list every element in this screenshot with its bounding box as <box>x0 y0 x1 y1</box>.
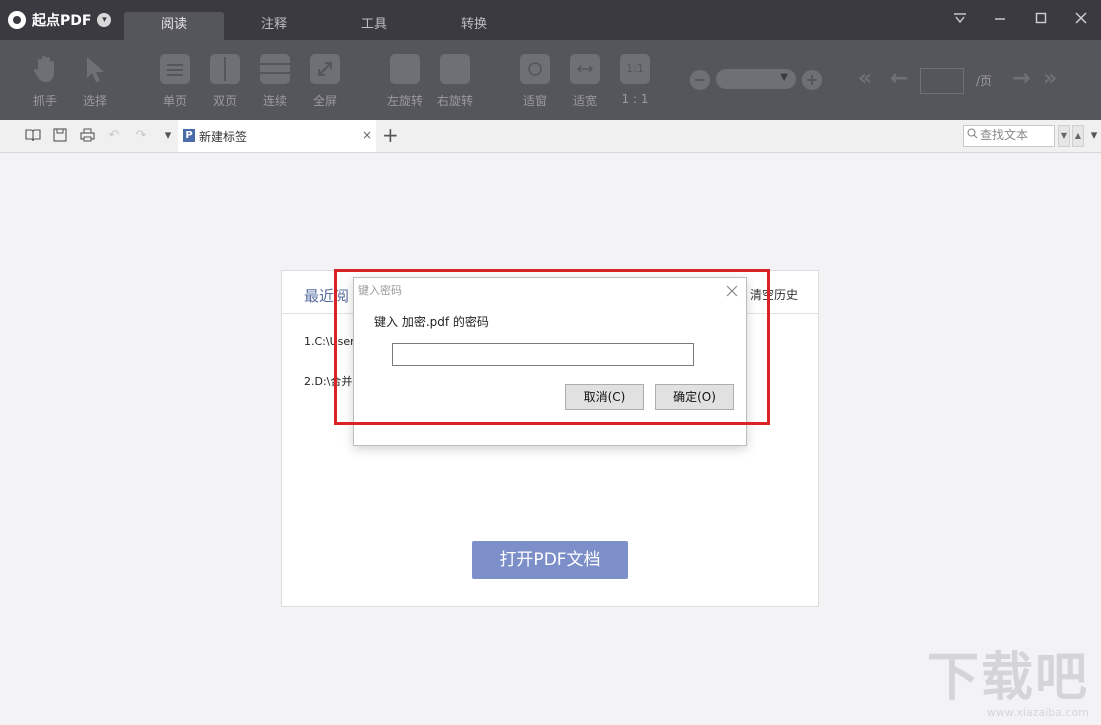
rotate-left-label: 左旋转 <box>386 94 423 108</box>
tab-read[interactable]: 阅读 <box>124 12 224 40</box>
dialog-close-icon[interactable] <box>726 280 738 301</box>
continuous-icon <box>260 54 290 84</box>
add-tab-icon[interactable]: + <box>382 125 399 145</box>
chevron-down-icon: ▼ <box>780 72 788 83</box>
open-pdf-button[interactable]: 打开PDF文档 <box>472 541 628 579</box>
chevron-down-icon[interactable]: ▾ <box>97 13 112 27</box>
zoom-in-icon[interactable]: + <box>802 70 822 90</box>
app-name: 起点PDF <box>32 13 92 29</box>
zoom-level-select[interactable]: ▼ <box>716 69 796 89</box>
close-tab-icon[interactable]: × <box>362 128 372 142</box>
actual-size-label: 1 : 1 <box>621 92 649 106</box>
single-page-label: 单页 <box>162 94 187 108</box>
app-logo[interactable]: 起点PDF ▾ <box>8 10 112 30</box>
watermark: 下载吧 www.xiazaiba.com <box>927 652 1089 719</box>
fit-width-button[interactable]: 适宽 <box>560 54 610 109</box>
double-page-label: 双页 <box>212 94 237 108</box>
undo-icon[interactable]: ↶ <box>106 128 122 144</box>
cancel-button[interactable]: 取消(C) <box>565 384 644 410</box>
hand-tool-label: 抓手 <box>32 94 57 108</box>
fit-window-icon <box>520 54 550 84</box>
continuous-label: 连续 <box>262 94 287 108</box>
rotate-right-button[interactable]: 右旋转 <box>430 54 480 109</box>
close-icon[interactable] <box>1071 10 1091 30</box>
actual-size-icon: 1:1 <box>620 54 650 84</box>
watermark-main: 下载吧 <box>926 648 1089 708</box>
tab-convert[interactable]: 转换 <box>424 12 524 40</box>
fullscreen-label: 全屏 <box>312 94 337 108</box>
previous-page-icon[interactable]: ← <box>890 68 908 90</box>
password-input[interactable] <box>392 343 694 366</box>
continuous-button[interactable]: 连续 <box>250 54 300 109</box>
search-input[interactable] <box>980 127 1050 143</box>
ok-button[interactable]: 确定(O) <box>655 384 734 410</box>
rotate-right-icon <box>440 54 470 84</box>
double-page-icon <box>210 54 240 84</box>
fit-width-label: 适宽 <box>572 94 597 108</box>
chevron-down-icon[interactable]: ▾ <box>160 128 176 144</box>
dialog-title: 键入密码 <box>358 284 402 297</box>
select-tool-label: 选择 <box>82 94 107 108</box>
tab-label: 新建标签 <box>199 130 248 144</box>
actual-size-button[interactable]: 1:1 1 : 1 <box>610 54 660 106</box>
fit-window-button[interactable]: 适窗 <box>510 54 560 109</box>
menu-dropdown-icon[interactable] <box>950 10 970 30</box>
page-number-input[interactable] <box>920 68 964 94</box>
rotate-left-button[interactable]: 左旋转 <box>380 54 430 109</box>
next-page-icon[interactable]: → <box>1012 68 1030 90</box>
page-unit-label: /页 <box>976 74 993 88</box>
minimize-icon[interactable] <box>990 10 1010 30</box>
pdf-icon: P <box>183 129 195 142</box>
single-page-icon <box>160 54 190 84</box>
tab-new-tab[interactable]: P 新建标签 × <box>178 120 376 152</box>
recent-title: 最近阅 <box>304 287 350 305</box>
fullscreen-button[interactable]: 全屏 <box>300 54 350 109</box>
print-icon[interactable] <box>79 128 95 144</box>
search-icon <box>967 128 978 142</box>
maximize-icon[interactable] <box>1031 10 1051 30</box>
rotate-left-icon <box>390 54 420 84</box>
select-tool-button[interactable]: 选择 <box>70 54 120 109</box>
tab-annotate[interactable]: 注释 <box>224 12 324 40</box>
tab-strip: ↶ ↷ ▾ P 新建标签 × + <box>0 120 1101 153</box>
first-page-icon[interactable]: « <box>858 68 872 90</box>
fit-width-icon <box>570 54 600 84</box>
recent-file-item[interactable]: 1.C:\User <box>304 335 355 348</box>
recent-file-item[interactable]: 2.D:\合并 <box>304 373 352 389</box>
title-bar: 起点PDF ▾ 阅读 注释 工具 转换 <box>0 0 1101 40</box>
clear-history-link[interactable]: 清空历史 <box>750 286 798 303</box>
double-page-button[interactable]: 双页 <box>200 54 250 109</box>
zoom-out-icon[interactable]: − <box>690 70 710 90</box>
single-page-button[interactable]: 单页 <box>150 54 200 109</box>
fullscreen-icon <box>310 54 340 84</box>
redo-icon[interactable]: ↷ <box>133 128 149 144</box>
open-book-icon[interactable] <box>25 128 41 144</box>
hand-icon <box>30 54 60 84</box>
fit-window-label: 适窗 <box>522 94 547 108</box>
search-options-icon[interactable]: ▼ <box>1058 125 1070 147</box>
rotate-right-label: 右旋转 <box>436 94 473 108</box>
search-prev-icon[interactable]: ▲ <box>1072 125 1084 147</box>
password-dialog: 键入密码 键入 加密.pdf 的密码 取消(C) 确定(O) <box>353 277 747 446</box>
last-page-icon[interactable]: » <box>1043 68 1057 90</box>
password-prompt: 键入 加密.pdf 的密码 <box>374 315 489 329</box>
save-icon[interactable] <box>52 128 68 144</box>
search-box[interactable] <box>963 125 1055 147</box>
hand-tool-button[interactable]: 抓手 <box>20 54 70 109</box>
tab-tools[interactable]: 工具 <box>324 12 424 40</box>
app-logo-icon <box>8 11 26 29</box>
cursor-icon <box>80 54 110 84</box>
chevron-down-icon[interactable]: ▾ <box>1086 128 1101 144</box>
